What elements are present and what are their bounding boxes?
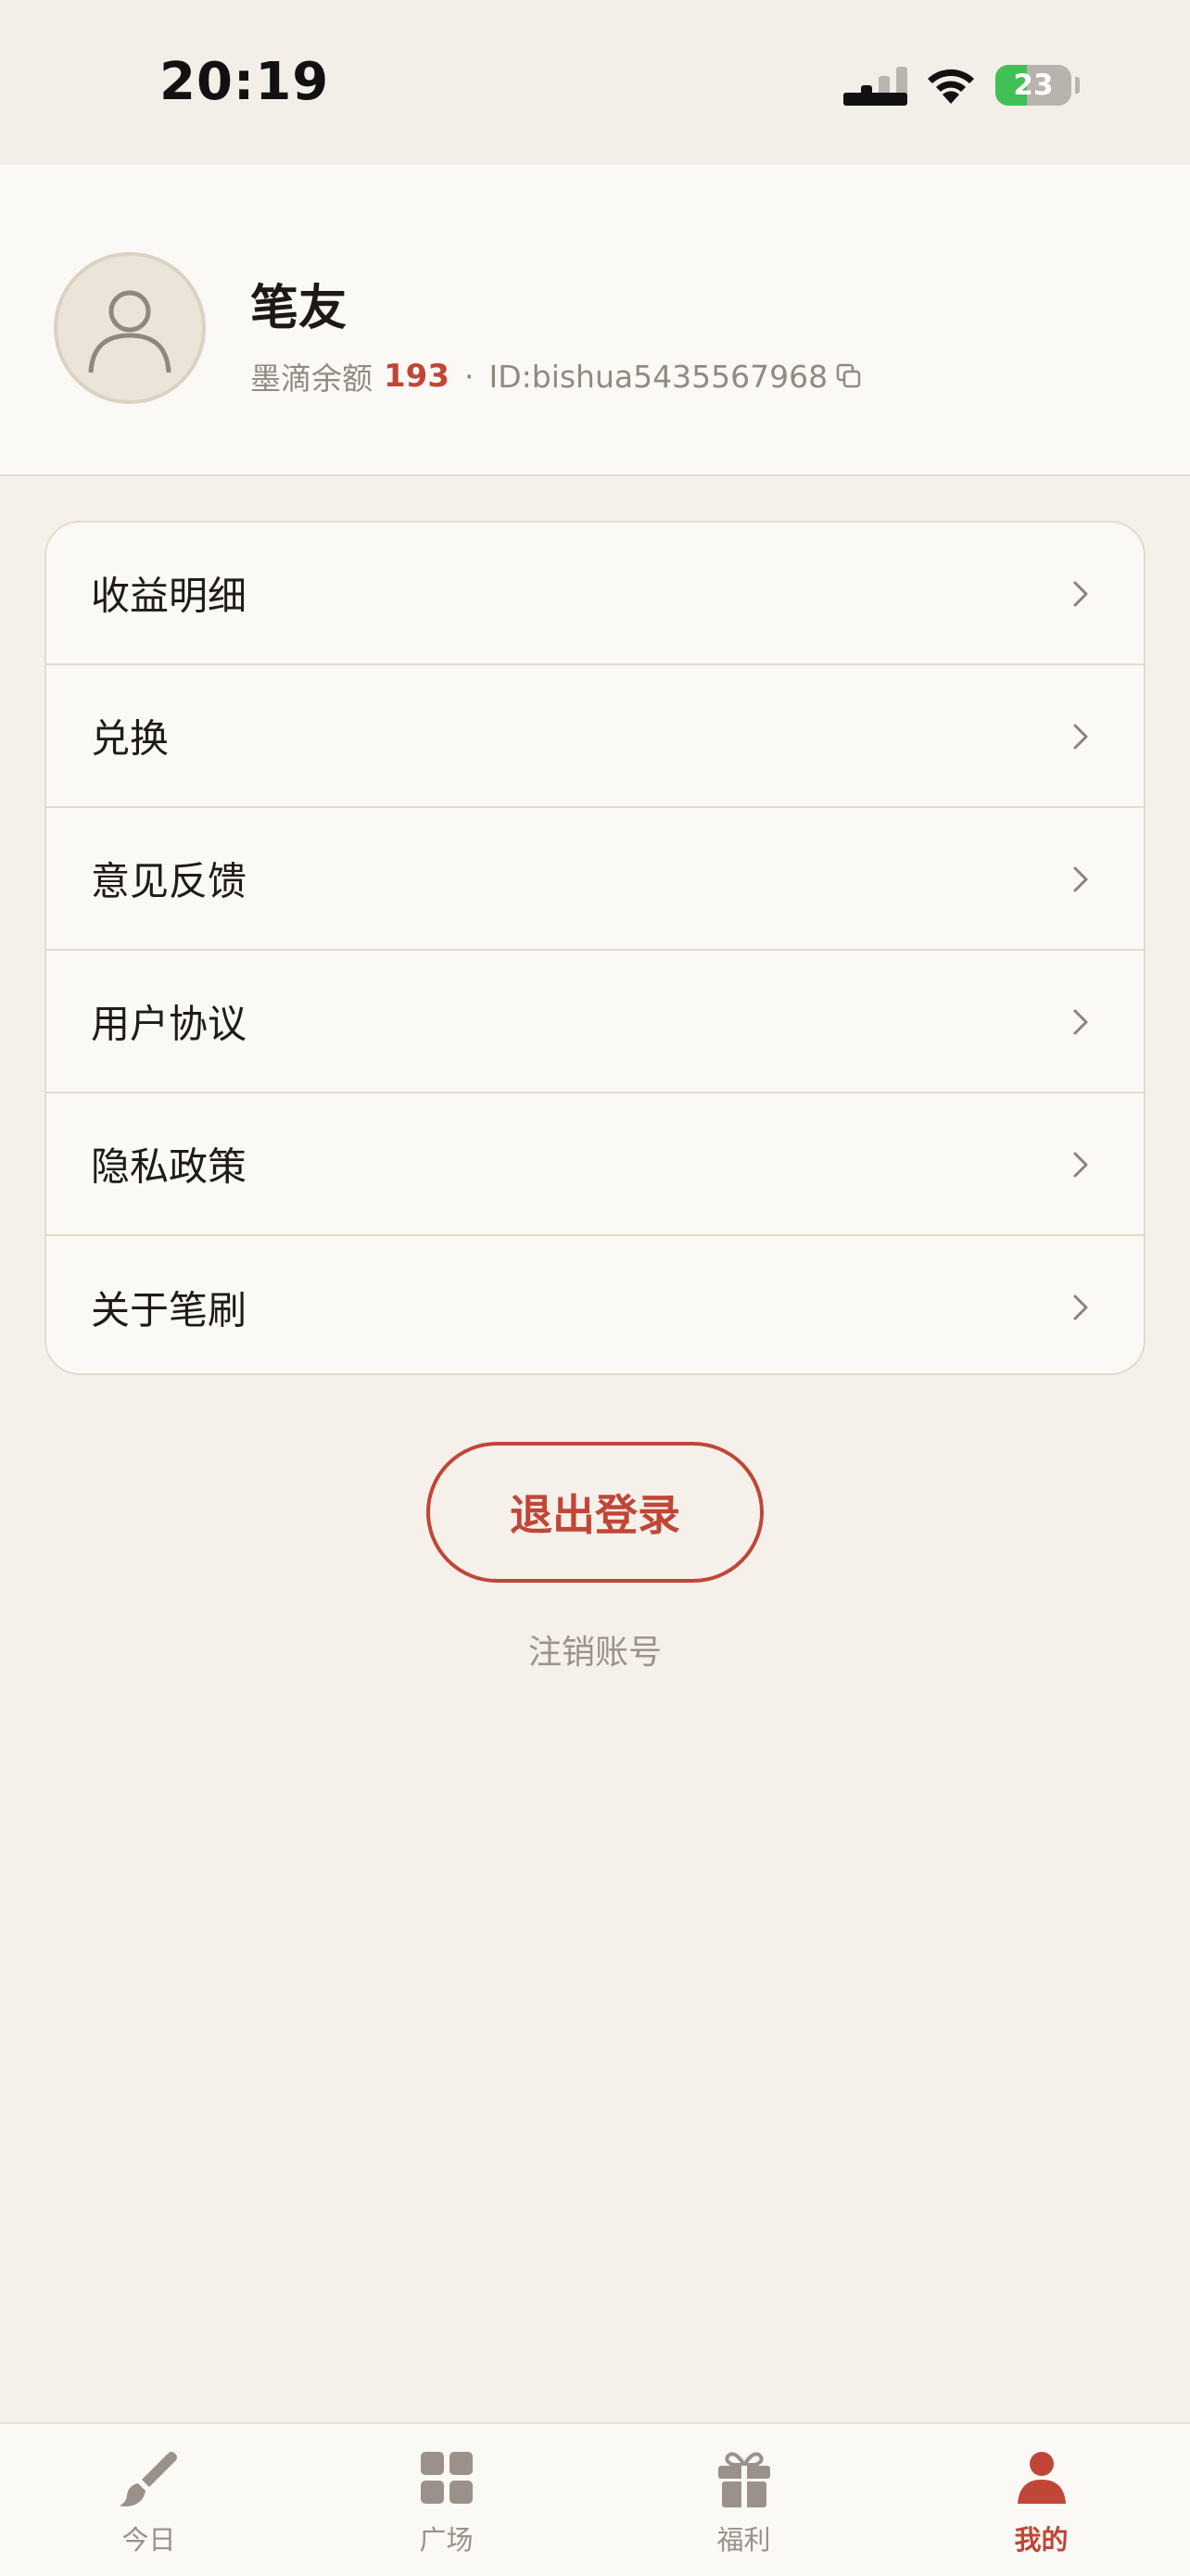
chevron-right-icon	[1073, 581, 1088, 607]
menu-item-label: 隐私政策	[91, 1143, 247, 1190]
wifi-icon	[928, 69, 974, 104]
menu-item-label: 关于笔刷	[91, 1287, 247, 1333]
separator-dot: ·	[463, 358, 475, 395]
menu-list: 收益明细 兑换 意见反馈 用户协议 隐私政策 关于笔刷	[44, 521, 1146, 1375]
tab-bar: 今日 广场 福利 我的	[0, 2422, 1190, 2576]
menu-item-label: 兑换	[91, 715, 170, 762]
tab-label: 今日	[121, 2524, 176, 2556]
grid-icon	[420, 2452, 473, 2504]
nickname: 笔友	[250, 281, 348, 336]
chevron-right-icon	[1073, 1152, 1088, 1178]
ink-balance-label: 墨滴余额	[250, 360, 373, 397]
chevron-right-icon	[1073, 1009, 1088, 1035]
menu-item-about[interactable]: 关于笔刷	[46, 1236, 1144, 1373]
menu-item-user-agreement[interactable]: 用户协议	[46, 951, 1144, 1093]
delete-account-link[interactable]: 注销账号	[0, 1625, 1190, 1673]
chevron-right-icon	[1073, 724, 1088, 750]
battery-indicator: 23	[995, 65, 1071, 106]
status-bar: 20:19 23	[0, 0, 1190, 165]
battery-nub	[1075, 77, 1080, 94]
battery-level: 23	[1013, 69, 1054, 102]
person-icon	[88, 290, 171, 373]
tab-square[interactable]: 广场	[298, 2424, 595, 2576]
person-icon	[1017, 2452, 1066, 2504]
ink-balance-value: 193	[384, 358, 449, 395]
copy-icon[interactable]	[835, 362, 863, 390]
tab-mine[interactable]: 我的	[892, 2424, 1190, 2576]
menu-item-feedback[interactable]: 意见反馈	[46, 808, 1144, 951]
tab-label: 广场	[419, 2524, 474, 2556]
tab-benefits[interactable]: 福利	[595, 2424, 892, 2576]
chevron-right-icon	[1073, 1294, 1088, 1320]
menu-item-label: 收益明细	[91, 573, 247, 619]
account-info-row: 墨滴余额 193 · ID:bishua5435567968	[250, 354, 863, 398]
tab-label: 福利	[716, 2524, 771, 2556]
status-time: 20:19	[159, 52, 330, 112]
gift-icon	[717, 2452, 770, 2507]
cellular-signal-icon	[843, 67, 907, 106]
menu-item-label: 意见反馈	[91, 858, 247, 904]
profile-card: 笔友 墨滴余额 193 · ID:bishua5435567968	[0, 165, 1190, 476]
avatar[interactable]	[54, 252, 206, 404]
chevron-right-icon	[1073, 866, 1088, 892]
tab-label: 我的	[1014, 2524, 1069, 2556]
user-id: ID:bishua5435567968	[488, 358, 829, 395]
brush-icon	[119, 2452, 177, 2507]
tab-today[interactable]: 今日	[0, 2424, 298, 2576]
menu-item-earnings-detail[interactable]: 收益明细	[46, 523, 1144, 665]
menu-item-redeem[interactable]: 兑换	[46, 665, 1144, 808]
menu-item-privacy-policy[interactable]: 隐私政策	[46, 1093, 1144, 1236]
menu-item-label: 用户协议	[91, 1001, 247, 1047]
logout-button[interactable]: 退出登录	[426, 1442, 764, 1583]
